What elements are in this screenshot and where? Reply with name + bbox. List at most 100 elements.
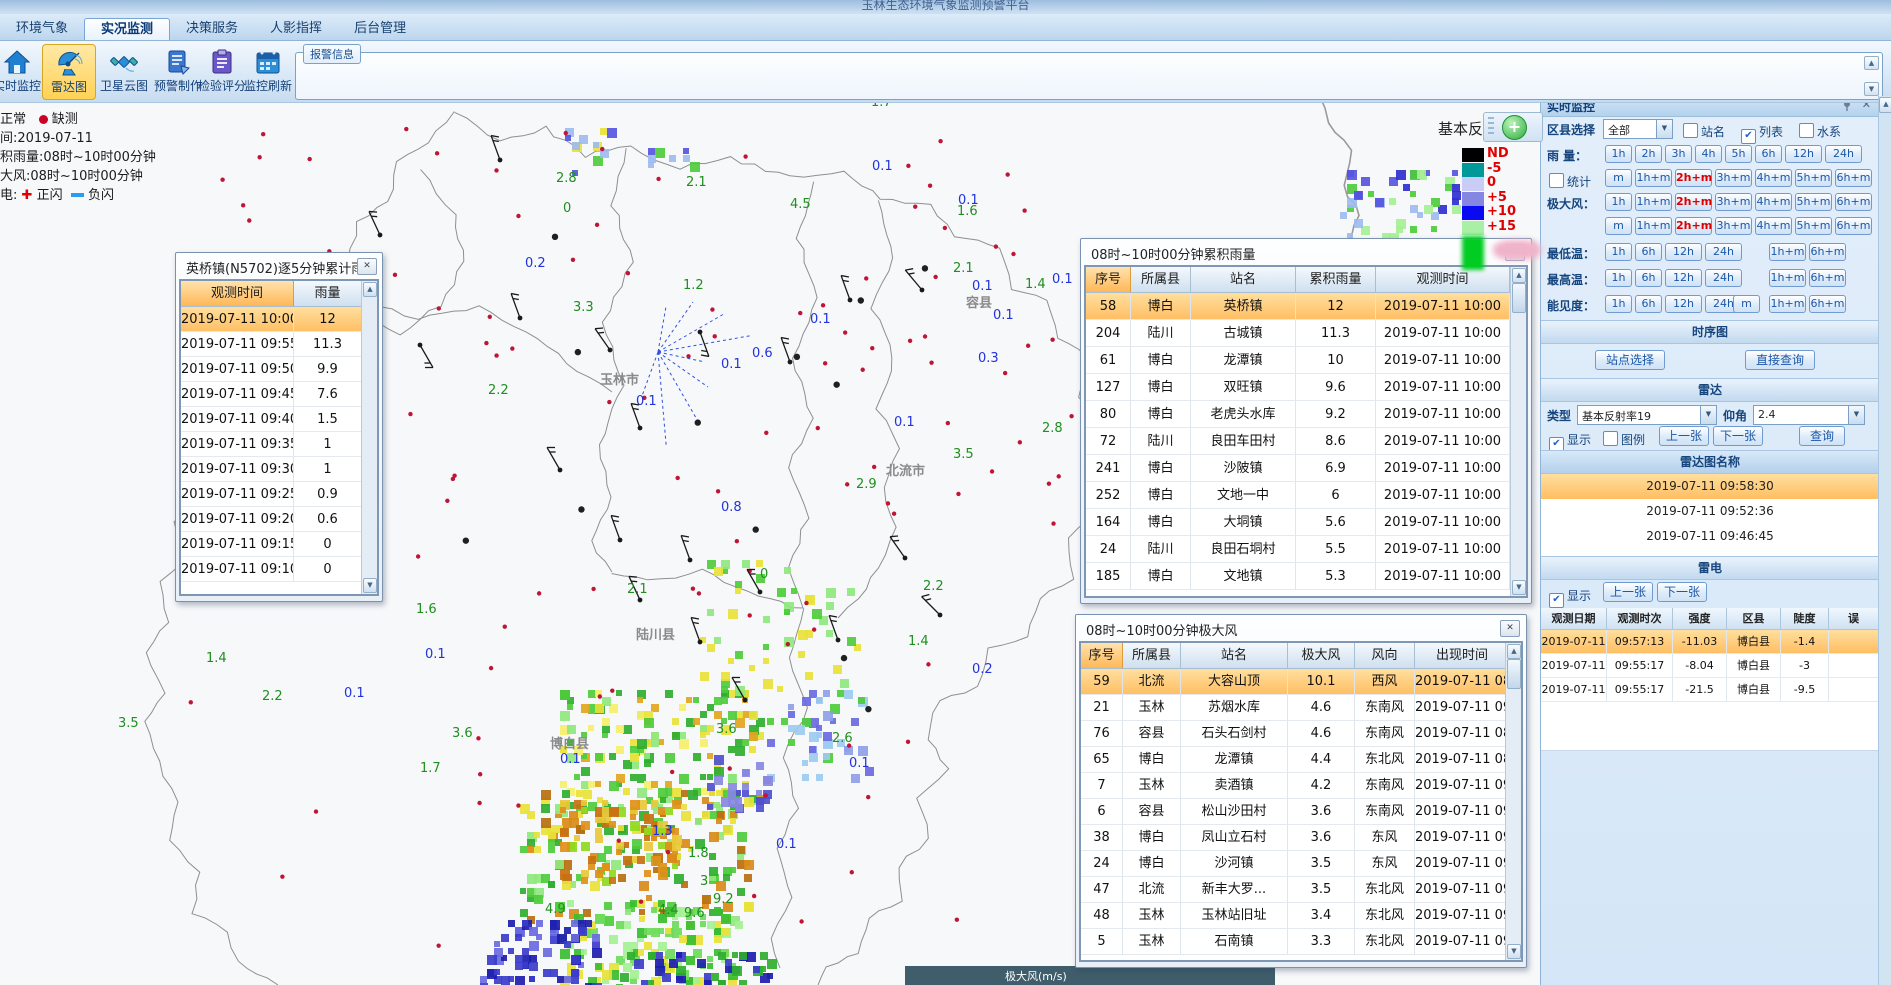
sidebar-wind1-4h+m-button[interactable]: 4h+m: [1755, 193, 1792, 211]
sidebar-rain-12h-button[interactable]: 12h: [1785, 145, 1822, 163]
column-header[interactable]: 强度: [1673, 608, 1727, 630]
sidebar-vis-1h+m-button[interactable]: 1h+m: [1769, 295, 1806, 313]
dialog-scrollbar[interactable]: ▲ ▼: [1510, 267, 1526, 596]
sidebar-rain-24h-button[interactable]: 24h: [1825, 145, 1862, 163]
table-row[interactable]: 76容县石头石剑村4.6东南风2019-07-11 08:08: [1081, 721, 1521, 747]
sidebar-vis-12h-button[interactable]: 12h: [1665, 295, 1702, 313]
sidebar-wind2-1h+m-button[interactable]: 1h+m: [1635, 217, 1672, 235]
drag-grip-icon[interactable]: [1488, 117, 1494, 137]
sidebar-tmin-6h-button[interactable]: 6h: [1635, 243, 1662, 261]
menu-tab-env[interactable]: 环境气象: [0, 18, 84, 39]
column-header[interactable]: 观测日期: [1541, 608, 1607, 630]
checkbox-stat[interactable]: 统计: [1549, 171, 1591, 190]
table-row[interactable]: 72陆川良田车田村8.62019-07-11 10:00: [1086, 428, 1526, 455]
next-image-button[interactable]: 下一张: [1713, 426, 1763, 446]
scroll-up-icon[interactable]: ▲: [363, 282, 377, 297]
sidebar-stat-6h+m-button[interactable]: 6h+m: [1835, 169, 1872, 187]
toolbar-satellite-cloud-button[interactable]: 卫星云图: [98, 44, 150, 98]
table-row[interactable]: 2019-07-1109:55:17-8.04博白县-3: [1541, 654, 1879, 678]
sidebar-stat-3h+m-button[interactable]: 3h+m: [1715, 169, 1752, 187]
sidebar-wind1-6h+m-button[interactable]: 6h+m: [1835, 193, 1872, 211]
column-header[interactable]: 序号: [1081, 643, 1123, 669]
alarm-scroll-up[interactable]: ▲: [1864, 56, 1879, 70]
table-row[interactable]: 38博白凤山立石村3.6东风2019-07-11 09:26: [1081, 825, 1521, 851]
sidebar-rain-1h-button[interactable]: 1h: [1605, 145, 1632, 163]
table-row[interactable]: 65博白龙潭镇4.4东北风2019-07-11 08:34: [1081, 747, 1521, 773]
table-row[interactable]: 24博白沙河镇3.5东风2019-07-11 09:46: [1081, 851, 1521, 877]
scroll-down-icon[interactable]: ▼: [1512, 580, 1526, 595]
scroll-down-icon[interactable]: ▼: [1507, 944, 1521, 959]
close-icon[interactable]: ✕: [1500, 620, 1520, 637]
sidebar-rain-6h-button[interactable]: 6h: [1755, 145, 1782, 163]
table-row[interactable]: 5玉林石南镇3.3东北风2019-07-11 09:59: [1081, 929, 1521, 955]
sidebar-stat-2h+m-button[interactable]: 2h+m: [1675, 169, 1712, 187]
table-row[interactable]: 58博白英桥镇122019-07-11 10:00: [1086, 293, 1526, 320]
page-scrollbar[interactable]: ▲: [1878, 96, 1891, 985]
column-header[interactable]: 观测时次: [1607, 608, 1673, 630]
sidebar-tmax-12h-button[interactable]: 12h: [1665, 269, 1702, 287]
sidebar-tmax-6h-button[interactable]: 6h: [1635, 269, 1662, 287]
close-icon[interactable]: ✕: [357, 258, 377, 275]
sidebar-rain-4h-button[interactable]: 4h: [1695, 145, 1722, 163]
sidebar-wind2-2h+m-button[interactable]: 2h+m: [1675, 217, 1712, 235]
sidebar-stat-1h+m-button[interactable]: 1h+m: [1635, 169, 1672, 187]
scroll-thumb[interactable]: [1512, 283, 1526, 313]
sidebar-rain-5h-button[interactable]: 5h: [1725, 145, 1752, 163]
column-header[interactable]: 误: [1829, 608, 1879, 630]
table-row[interactable]: 127博白双旺镇9.62019-07-11 10:00: [1086, 374, 1526, 401]
sidebar-vis-1h-button[interactable]: 1h: [1605, 295, 1632, 313]
table-row[interactable]: 2019-07-11 09:5511.3: [181, 332, 377, 357]
column-header[interactable]: 观测时间: [181, 281, 294, 307]
table-row[interactable]: 2019-07-11 09:401.5: [181, 407, 377, 432]
add-legend-button[interactable]: +: [1502, 115, 1527, 140]
table-row[interactable]: 61博白龙潭镇102019-07-11 10:00: [1086, 347, 1526, 374]
table-row[interactable]: 2019-07-1109:57:13-11.03博白县-1.4: [1541, 630, 1879, 654]
column-header[interactable]: 出现时间: [1415, 643, 1510, 669]
column-header[interactable]: 站名: [1181, 643, 1288, 669]
column-header[interactable]: 陡度: [1781, 608, 1829, 630]
menu-tab-admin[interactable]: 后台管理: [338, 18, 422, 39]
sidebar-tmax-1h-button[interactable]: 1h: [1605, 269, 1632, 287]
table-row[interactable]: 2019-07-11 09:150: [181, 532, 377, 557]
menu-tab-weathermod[interactable]: 人影指挥: [254, 18, 338, 39]
sidebar-vis-6h-button[interactable]: 6h: [1635, 295, 1662, 313]
scroll-up-icon[interactable]: ▲: [1879, 97, 1891, 113]
checkbox-radar-legend[interactable]: 图例: [1603, 429, 1645, 448]
table-row[interactable]: 2019-07-11 10:0012: [181, 307, 377, 332]
district-dropdown[interactable]: 全部 ▼: [1603, 119, 1673, 139]
sidebar-wind1-3h+m-button[interactable]: 3h+m: [1715, 193, 1752, 211]
column-header[interactable]: 序号: [1086, 267, 1131, 293]
table-row[interactable]: 2019-07-11 09:351: [181, 432, 377, 457]
table-row[interactable]: 7玉林卖酒镇4.2东南风2019-07-11 09:59: [1081, 773, 1521, 799]
sidebar-wind1-5h+m-button[interactable]: 5h+m: [1795, 193, 1832, 211]
query-button[interactable]: 查询: [1799, 426, 1845, 446]
sidebar-wind2-m-button[interactable]: m: [1605, 217, 1632, 235]
table-row[interactable]: 21玉林苏烟水库4.6东南风2019-07-11 09:49: [1081, 695, 1521, 721]
sidebar-tmin-24h-button[interactable]: 24h: [1705, 243, 1742, 261]
column-header[interactable]: 雨量: [294, 281, 362, 307]
direct-query-button[interactable]: 直接查询: [1745, 350, 1815, 370]
radar-image-item[interactable]: 2019-07-11 09:58:30: [1541, 474, 1879, 500]
checkbox-water[interactable]: 水系: [1799, 121, 1841, 140]
table-row[interactable]: 204陆川古城镇11.32019-07-11 10:00: [1086, 320, 1526, 347]
sidebar-vis-m-button[interactable]: m: [1733, 295, 1760, 313]
toolbar-monitor-refresh-button[interactable]: 监控刷新: [242, 44, 294, 98]
table-row[interactable]: 80博白老虎头水库9.22019-07-11 10:00: [1086, 401, 1526, 428]
radar-elevation-dropdown[interactable]: 2.4▼: [1753, 405, 1865, 425]
dialog-scrollbar[interactable]: ▲ ▼: [361, 281, 377, 594]
sidebar-tmin-12h-button[interactable]: 12h: [1665, 243, 1702, 261]
table-row[interactable]: 185博白文地镇5.32019-07-11 10:00: [1086, 563, 1526, 590]
column-header[interactable]: 风向: [1355, 643, 1415, 669]
checkbox-lightning-show[interactable]: ✔显示: [1549, 585, 1591, 608]
radar-image-item[interactable]: 2019-07-11 09:46:45: [1541, 524, 1879, 550]
table-row[interactable]: 252博白文地一中62019-07-11 10:00: [1086, 482, 1526, 509]
table-row[interactable]: 2019-07-11 09:457.6: [181, 382, 377, 407]
station-select-button[interactable]: 站点选择: [1595, 350, 1665, 370]
sidebar-stat-m-button[interactable]: m: [1605, 169, 1632, 187]
column-header[interactable]: 区县: [1727, 608, 1781, 630]
scroll-down-icon[interactable]: ▼: [363, 578, 377, 593]
table-row[interactable]: 2019-07-1109:55:17-21.5博白县-9.5: [1541, 678, 1879, 702]
sidebar-rain-2h-button[interactable]: 2h: [1635, 145, 1662, 163]
menu-tab-decision[interactable]: 决策服务: [170, 18, 254, 39]
checkbox-station-names[interactable]: 站名: [1683, 121, 1725, 140]
